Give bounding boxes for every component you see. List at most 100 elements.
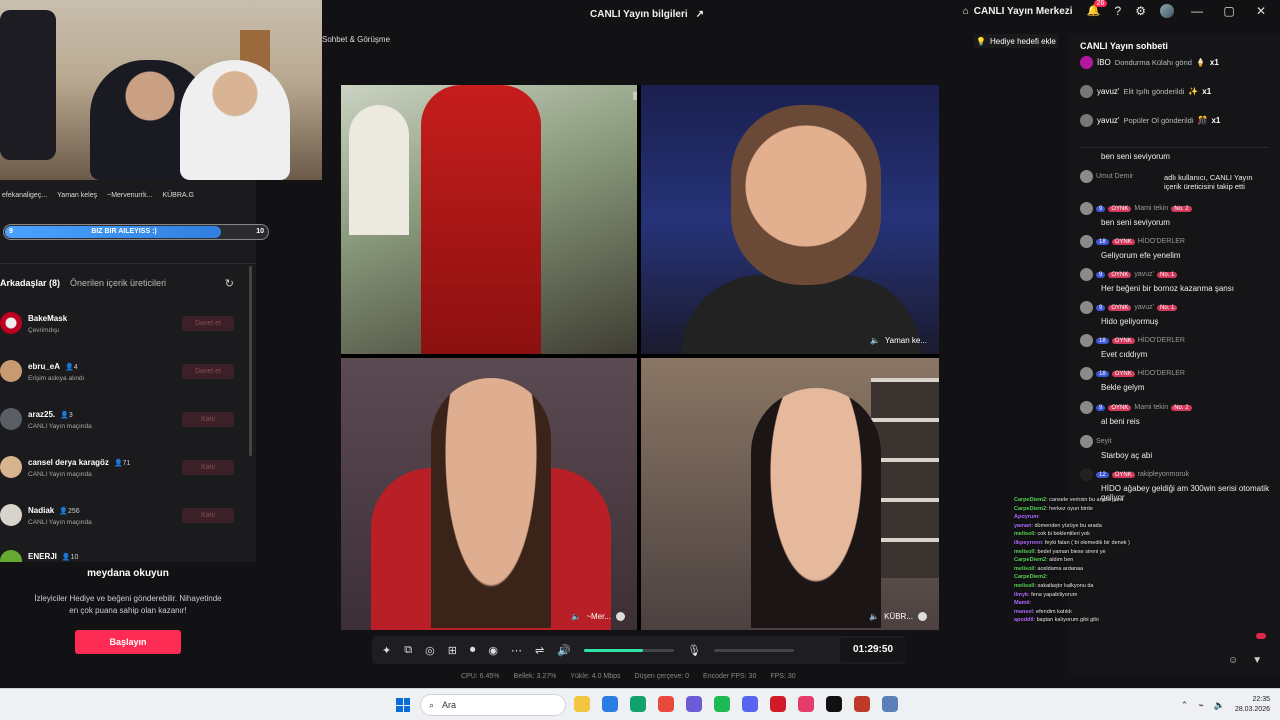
friend-avatar[interactable] [0, 456, 22, 478]
notification-bell[interactable]: 🔔 26 [1087, 0, 1108, 18]
user-avatar[interactable] [1080, 301, 1093, 314]
video-tile-4[interactable]: 🔈 KÜBR... [641, 358, 939, 630]
message-user[interactable]: Mami tekin [1134, 205, 1168, 212]
taskbar-app-icon[interactable] [882, 696, 898, 712]
join-button[interactable]: Katıl [182, 460, 234, 475]
gift-user[interactable]: yavuz' [1097, 116, 1119, 125]
taskbar-app-icon[interactable] [826, 696, 842, 712]
message-user[interactable]: yavuz' [1134, 271, 1154, 278]
more-icon[interactable]: ⋯ [511, 644, 522, 657]
user-avatar[interactable] [1080, 268, 1093, 281]
top-viewer[interactable]: ~Mervenurrk... [107, 192, 152, 199]
taskbar-app-icon[interactable] [742, 696, 758, 712]
live-info-title[interactable]: CANLI Yayın bilgileri [590, 9, 688, 20]
tab-suggested[interactable]: Önerilen içerik üreticileri [70, 278, 166, 288]
options-icon[interactable] [616, 612, 625, 621]
user-avatar[interactable] [1080, 202, 1093, 215]
speaker-icon[interactable]: 🔈 [571, 612, 581, 621]
top-viewer[interactable]: KÜBRA.G [162, 192, 194, 199]
network-icon[interactable]: ⌁ [1198, 700, 1203, 711]
split-view-icon[interactable]: ⫼ [633, 91, 637, 102]
user-avatar[interactable] [1080, 55, 1093, 69]
message-user[interactable]: HİDO'DERLER [1138, 337, 1185, 344]
chevron-up-icon[interactable]: ⌃ [1181, 700, 1189, 711]
message-user[interactable]: yavuz' [1134, 304, 1154, 311]
video-tile-3[interactable]: 🔈 ~Mer... [341, 358, 637, 630]
gear-icon[interactable]: ⚙ [1135, 4, 1146, 18]
user-avatar[interactable] [1080, 334, 1093, 347]
close-button[interactable]: ✕ [1252, 4, 1270, 18]
video-tile-2[interactable]: 🔈 Yaman ke... [641, 85, 939, 354]
clock[interactable]: 22:35 28.03.2026 [1235, 695, 1270, 715]
taskbar-app-icon[interactable] [630, 696, 646, 712]
volume-slider[interactable] [583, 648, 674, 652]
user-avatar[interactable] [1080, 235, 1093, 248]
add-source-icon[interactable]: ⊞ [448, 644, 457, 657]
speaker-icon[interactable]: 🔈 [869, 612, 879, 621]
message-user[interactable]: HİDO'DERLER [1138, 370, 1185, 377]
gift-user[interactable]: yavuz' [1097, 87, 1119, 96]
message-user[interactable]: Mami tekin [1134, 404, 1168, 411]
speaker-icon[interactable]: 🔈 [870, 336, 880, 345]
video-tile-1[interactable] [341, 85, 637, 354]
record-icon[interactable]: ⏺ [470, 644, 476, 657]
layout-icon[interactable]: ⧉ [404, 644, 412, 657]
search-input[interactable]: ⌕ Ara [420, 694, 566, 716]
message-user[interactable]: Umut Demir [1096, 173, 1133, 180]
top-viewer[interactable]: efekanaligeç... [2, 192, 47, 199]
message-user[interactable]: rakipleyonmoruk [1138, 471, 1189, 478]
live-center-button[interactable]: ⌂ CANLI Yayın Merkezi [963, 6, 1073, 17]
friend-avatar[interactable] [0, 408, 22, 430]
filter-icon[interactable]: ▼ [1252, 655, 1262, 666]
taskbar-app-icon[interactable] [714, 696, 730, 712]
join-button[interactable]: Katıl [182, 508, 234, 523]
effects-icon[interactable]: ◎ [425, 644, 435, 657]
avatar[interactable] [1160, 4, 1174, 18]
top-viewer[interactable]: Yaman keleş [57, 192, 97, 199]
start-button[interactable]: Başlayın [75, 630, 181, 654]
message-user[interactable]: Seyit [1096, 438, 1112, 445]
emoji-icon[interactable]: ☺ [1228, 655, 1238, 666]
user-avatar[interactable] [1080, 401, 1093, 414]
share-icon[interactable]: ↗ [696, 9, 704, 20]
user-avatar[interactable] [1080, 84, 1093, 98]
taskbar-app-icon[interactable] [770, 696, 786, 712]
friend-avatar[interactable] [0, 360, 22, 382]
gift-user[interactable]: İBO [1097, 58, 1111, 67]
maximize-button[interactable]: ▢ [1220, 4, 1238, 18]
mic-slider[interactable] [713, 648, 794, 652]
message-user[interactable]: HİDO'DERLER [1138, 238, 1185, 245]
friend-avatar[interactable] [0, 312, 22, 334]
invite-button[interactable]: Davet et [182, 316, 234, 331]
volume-icon[interactable]: 🔊 [557, 644, 571, 657]
refresh-icon[interactable]: ↻ [225, 277, 234, 290]
invite-button[interactable]: Davet et [182, 364, 234, 379]
user-avatar[interactable] [1080, 367, 1093, 380]
taskbar-app-icon[interactable] [686, 696, 702, 712]
join-button[interactable]: Katıl [182, 412, 234, 427]
taskbar-app-icon[interactable] [854, 696, 870, 712]
gift-goal-button[interactable]: 💡 Hediye hedefi ekle [974, 34, 1058, 48]
magic-wand-icon[interactable]: ✦ [382, 644, 391, 657]
mixer-icon[interactable]: ⇌ [535, 644, 544, 657]
user-avatar[interactable] [1080, 435, 1093, 448]
minimize-button[interactable]: — [1188, 4, 1206, 18]
chat-call-label[interactable]: Sohbet & Görüşme [322, 35, 390, 44]
live-info[interactable]: CANLI Yayın bilgileri ↗ [590, 9, 704, 20]
taskbar-app-icon[interactable] [602, 696, 618, 712]
user-avatar[interactable] [1080, 170, 1093, 183]
taskbar-app-icon[interactable] [658, 696, 674, 712]
microphone-icon[interactable]: 🎙 [687, 644, 701, 657]
tab-friends[interactable]: Arkadaşlar (8) [0, 278, 60, 288]
windows-start-icon[interactable] [396, 698, 410, 712]
friend-avatar[interactable] [0, 504, 22, 526]
options-icon[interactable] [918, 612, 927, 621]
taskbar-app-icon[interactable] [798, 696, 814, 712]
friend-avatar[interactable] [0, 550, 22, 562]
camera-icon[interactable]: ◉ [488, 644, 498, 657]
volume-tray-icon[interactable]: 🔈 [1214, 700, 1225, 711]
friends-scrollbar[interactable] [249, 266, 252, 456]
user-avatar[interactable] [1080, 113, 1093, 127]
help-icon[interactable]: ? [1115, 4, 1122, 18]
taskbar-app-icon[interactable] [574, 696, 590, 712]
